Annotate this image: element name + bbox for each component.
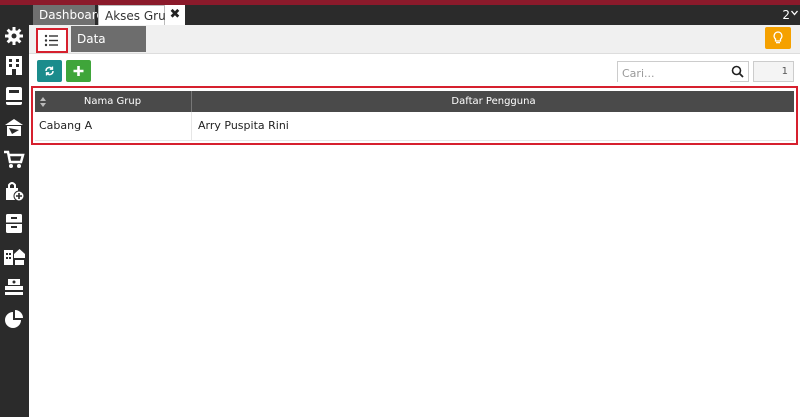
- lightbulb-button[interactable]: [765, 27, 791, 49]
- tab-new-data[interactable]: Data Baru ✖: [71, 26, 146, 72]
- column-header-label: Daftar Pengguna: [451, 96, 536, 107]
- lightbulb-icon: [773, 31, 783, 44]
- table-row[interactable]: Cabang A Arry Puspita Rini: [35, 112, 794, 141]
- buildings-home-icon[interactable]: [3, 244, 25, 266]
- plus-icon: [73, 66, 84, 76]
- gear-icon[interactable]: [3, 25, 25, 47]
- cell-nama-grup: Cabang A: [39, 119, 93, 132]
- cell-daftar-pengguna: Arry Puspita Rini: [191, 112, 798, 140]
- book-icon[interactable]: [3, 85, 25, 107]
- tab-akses-grup[interactable]: Akses Grup: [98, 5, 173, 25]
- tab-list-view[interactable]: [36, 28, 68, 53]
- column-header-label: Nama Grup: [83, 96, 142, 107]
- shopping-bag-add-icon[interactable]: [3, 180, 25, 202]
- column-header-nama-grup[interactable]: Nama Grup: [35, 91, 190, 112]
- bank-icon[interactable]: [3, 116, 25, 138]
- refresh-button[interactable]: [37, 60, 62, 82]
- cash-icon[interactable]: [3, 276, 25, 298]
- list-icon: [44, 34, 58, 47]
- refresh-icon: [45, 66, 54, 76]
- column-header-daftar-pengguna[interactable]: Daftar Pengguna: [191, 91, 795, 112]
- sidebar: [0, 25, 29, 417]
- pie-chart-icon[interactable]: [3, 308, 25, 330]
- table-header: Nama Grup Daftar Pengguna: [35, 91, 794, 112]
- cart-icon[interactable]: [3, 148, 25, 170]
- close-icon[interactable]: ✖: [111, 58, 121, 72]
- search-box: [617, 61, 749, 83]
- tab-dashboard[interactable]: Dashboard: [33, 5, 104, 25]
- close-tab-icon[interactable]: ✖: [165, 5, 185, 25]
- inner-tab-bar: Data Baru ✖: [29, 25, 800, 72]
- search-icon[interactable]: [731, 65, 744, 78]
- top-tab-bar: Dashboard Akses Grup ✖ 2: [0, 5, 800, 25]
- search-input[interactable]: [618, 64, 730, 83]
- building-icon[interactable]: [3, 54, 25, 76]
- add-button[interactable]: [66, 60, 91, 82]
- chevron-down-icon[interactable]: [791, 9, 798, 18]
- page-number-field[interactable]: 1: [753, 61, 794, 82]
- sort-icon[interactable]: [40, 97, 46, 107]
- open-window-count[interactable]: 2: [782, 5, 790, 25]
- archive-icon[interactable]: [3, 212, 25, 234]
